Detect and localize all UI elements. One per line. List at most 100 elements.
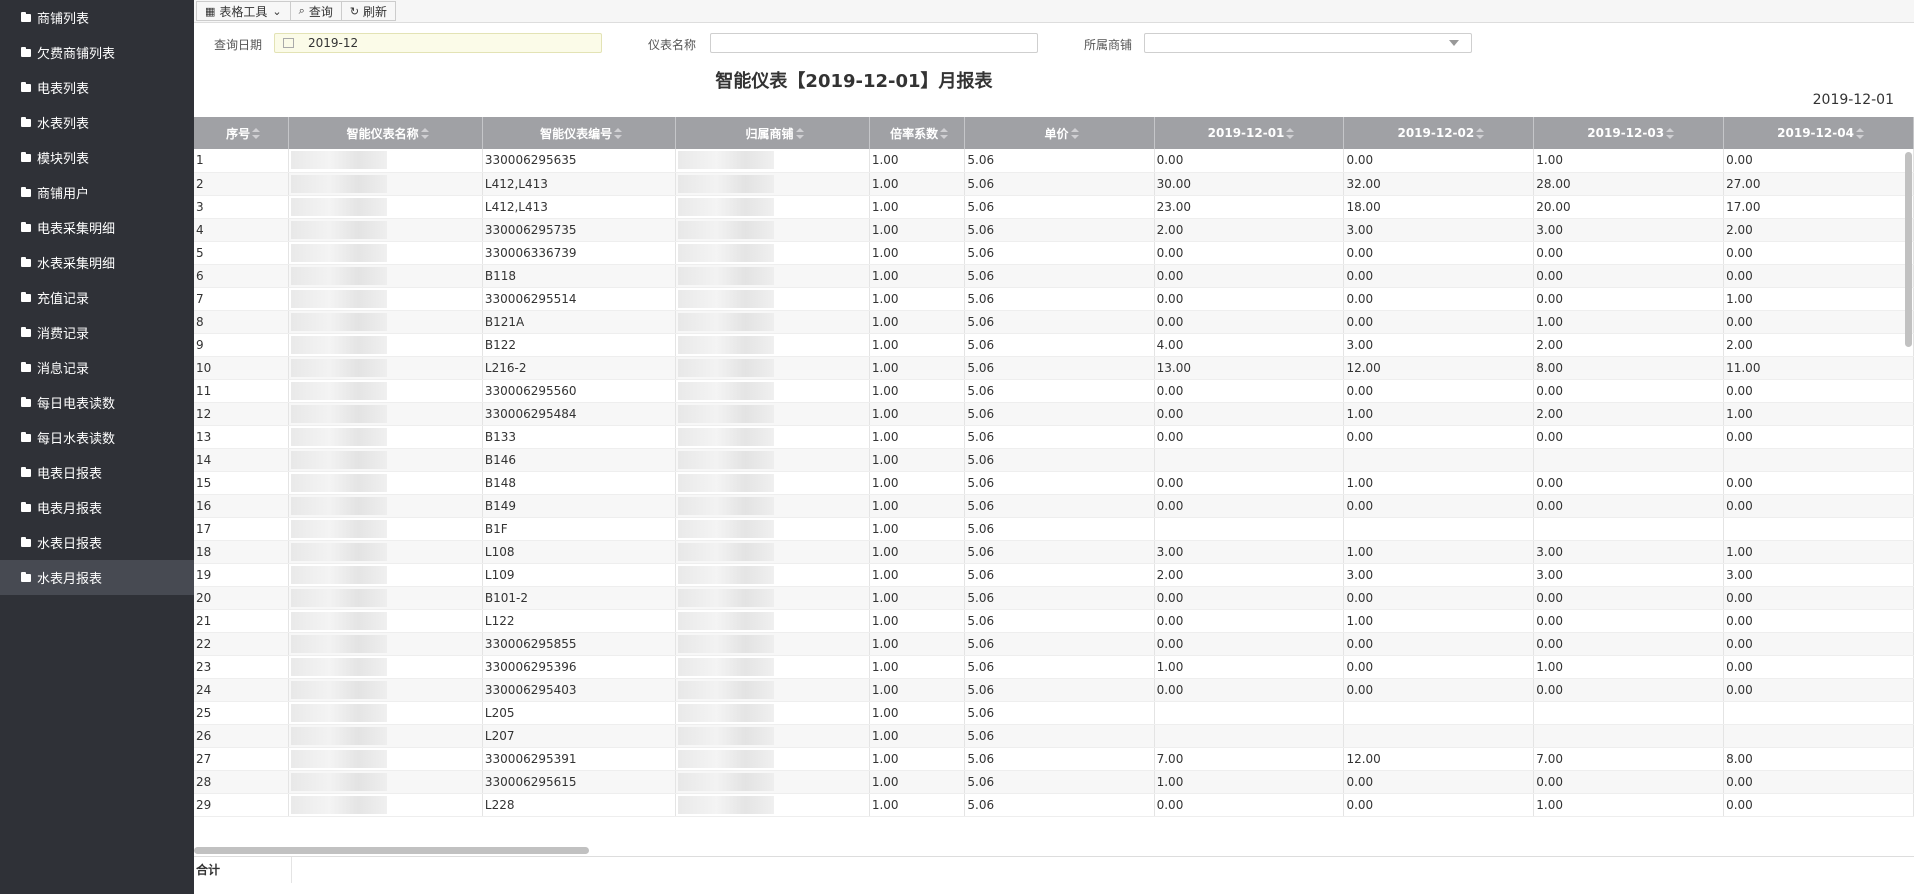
table-cell: 0.00 [1343,379,1535,403]
table-row[interactable]: 3 L412,L413 1.00 5.06 23.00 18.00 20.00 17.00 [194,195,1914,219]
query-button[interactable]: ⌕ 查询 [289,1,342,21]
table-row[interactable]: 4 330006295735 1.00 5.06 2.00 3.00 3.00 2.00 [194,218,1914,242]
table-row[interactable]: 9 B122 1.00 5.06 4.00 3.00 2.00 2.00 [194,333,1914,357]
table-row[interactable]: 29 L228 1.00 5.06 0.00 0.00 1.00 0.00 [194,793,1914,817]
table-row[interactable]: 14 B146 1.00 5.06 [194,448,1914,472]
column-header[interactable]: 智能仪表名称 [288,117,483,149]
table-cell: 13 [194,425,290,449]
redacted-block [291,519,388,538]
column-header[interactable]: 序号 [194,117,290,149]
table-cell [675,770,870,794]
table-cell: 1.00 [869,655,966,679]
sidebar-item[interactable]: 电表采集明细 [0,210,194,245]
table-cell: 0.00 [1533,586,1725,610]
table-tools-button[interactable]: ▦ 表格工具 ⌄ [196,1,291,21]
meter-name-field[interactable] [710,33,1038,53]
sidebar-item[interactable]: 水表日报表 [0,525,194,560]
table-cell [1154,724,1345,748]
table-cell: 5.06 [964,770,1155,794]
table-row[interactable]: 19 L109 1.00 5.06 2.00 3.00 3.00 3.00 [194,563,1914,587]
column-header[interactable]: 2019-12-02 [1343,117,1535,149]
redacted-block [291,749,388,768]
table-cell: 5.06 [964,609,1155,633]
sidebar-item[interactable]: 商铺列表 [0,0,194,35]
chevron-down-icon: ⌄ [272,4,282,18]
table-row[interactable]: 8 B121A 1.00 5.06 0.00 0.00 1.00 0.00 [194,310,1914,334]
table-row[interactable]: 24 330006295403 1.00 5.06 0.00 0.00 0.00 0.00 [194,678,1914,702]
table-row[interactable]: 13 B133 1.00 5.06 0.00 0.00 0.00 0.00 [194,425,1914,449]
table-cell: 330006295635 [482,149,677,173]
column-header[interactable]: 单价 [964,117,1155,149]
sidebar-item[interactable]: 电表列表 [0,70,194,105]
table-row[interactable]: 28 330006295615 1.00 5.06 1.00 0.00 0.00 0.00 [194,770,1914,794]
refresh-button[interactable]: ↻ 刷新 [340,1,397,21]
folder-icon [21,571,31,582]
folder-icon [21,221,31,232]
table-row[interactable]: 1 330006295635 1.00 5.06 0.00 0.00 1.00 0.00 [194,149,1914,173]
sidebar-item[interactable]: 消息记录 [0,350,194,385]
table-row[interactable]: 17 B1F 1.00 5.06 [194,517,1914,541]
table-cell: 0.00 [1343,770,1535,794]
sidebar-item[interactable]: 模块列表 [0,140,194,175]
table-row[interactable]: 22 330006295855 1.00 5.06 0.00 0.00 0.00 0.00 [194,632,1914,656]
table-row[interactable]: 16 B149 1.00 5.06 0.00 0.00 0.00 0.00 [194,494,1914,518]
table-cell: 1.00 [1723,287,1914,311]
redacted-block [678,312,775,331]
table-row[interactable]: 26 L207 1.00 5.06 [194,724,1914,748]
redacted-block [291,312,388,331]
table-row[interactable]: 27 330006295391 1.00 5.06 7.00 12.00 7.00 8.00 [194,747,1914,771]
table-cell [1343,517,1535,541]
table-row[interactable]: 15 B148 1.00 5.06 0.00 1.00 0.00 0.00 [194,471,1914,495]
vertical-scrollbar[interactable] [1905,152,1912,347]
table-row[interactable]: 11 330006295560 1.00 5.06 0.00 0.00 0.00 0.00 [194,379,1914,403]
table-cell [288,494,483,518]
column-header[interactable]: 2019-12-04 [1723,117,1914,149]
sidebar-item[interactable]: 商铺用户 [0,175,194,210]
sidebar-item[interactable]: 充值记录 [0,280,194,315]
sidebar-item[interactable]: 欠费商铺列表 [0,35,194,70]
table-cell [288,425,483,449]
table-row[interactable]: 6 B118 1.00 5.06 0.00 0.00 0.00 0.00 [194,264,1914,288]
table-cell: 2.00 [1723,333,1914,357]
horizontal-scrollbar[interactable] [194,847,589,854]
table-cell: 5.06 [964,448,1155,472]
redacted-block [291,174,388,193]
sidebar-item[interactable]: 水表采集明细 [0,245,194,280]
table-cell: 0.00 [1723,632,1914,656]
column-header[interactable]: 归属商铺 [675,117,870,149]
sidebar-item[interactable]: 电表日报表 [0,455,194,490]
column-header[interactable]: 智能仪表编号 [482,117,677,149]
column-header[interactable]: 倍率系数 [869,117,966,149]
sidebar-item[interactable]: 电表月报表 [0,490,194,525]
column-header[interactable]: 2019-12-03 [1533,117,1725,149]
table-cell [288,356,483,380]
main-panel: ▦ 表格工具 ⌄ ⌕ 查询 ↻ 刷新 查询日期 2019-12 仪表名称 所属商… [194,0,1914,894]
sidebar-item[interactable]: 消费记录 [0,315,194,350]
table-cell: 5.06 [964,379,1155,403]
table-cell: 1.00 [869,701,966,725]
table-row[interactable]: 21 L122 1.00 5.06 0.00 1.00 0.00 0.00 [194,609,1914,633]
table-row[interactable]: 23 330006295396 1.00 5.06 1.00 0.00 1.00 0.00 [194,655,1914,679]
table-row[interactable]: 2 L412,L413 1.00 5.06 30.00 32.00 28.00 27.00 [194,172,1914,196]
table-cell: 0.00 [1154,241,1345,265]
column-header[interactable]: 2019-12-01 [1154,117,1345,149]
table-row[interactable]: 18 L108 1.00 5.06 3.00 1.00 3.00 1.00 [194,540,1914,564]
shop-label: 所属商铺 [1084,38,1133,52]
table-cell: 5.06 [964,747,1155,771]
table-row[interactable]: 20 B101-2 1.00 5.06 0.00 0.00 0.00 0.00 [194,586,1914,610]
sidebar-item[interactable]: 水表列表 [0,105,194,140]
sidebar-item[interactable]: 每日电表读数 [0,385,194,420]
date-field[interactable]: 2019-12 [274,33,602,53]
table-cell: 0.00 [1154,494,1345,518]
table-row[interactable]: 25 L205 1.00 5.06 [194,701,1914,725]
redacted-block [678,404,775,423]
redacted-block [291,243,388,262]
table-row[interactable]: 7 330006295514 1.00 5.06 0.00 0.00 0.00 1.00 [194,287,1914,311]
sidebar-item[interactable]: 每日水表读数 [0,420,194,455]
table-row[interactable]: 12 330006295484 1.00 5.06 0.00 1.00 2.00 1.00 [194,402,1914,426]
redacted-block [291,634,388,653]
sidebar-item[interactable]: 水表月报表 [0,560,194,595]
table-row[interactable]: 5 330006336739 1.00 5.06 0.00 0.00 0.00 0.00 [194,241,1914,265]
table-row[interactable]: 10 L216-2 1.00 5.06 13.00 12.00 8.00 11.00 [194,356,1914,380]
shop-select[interactable] [1144,33,1472,53]
